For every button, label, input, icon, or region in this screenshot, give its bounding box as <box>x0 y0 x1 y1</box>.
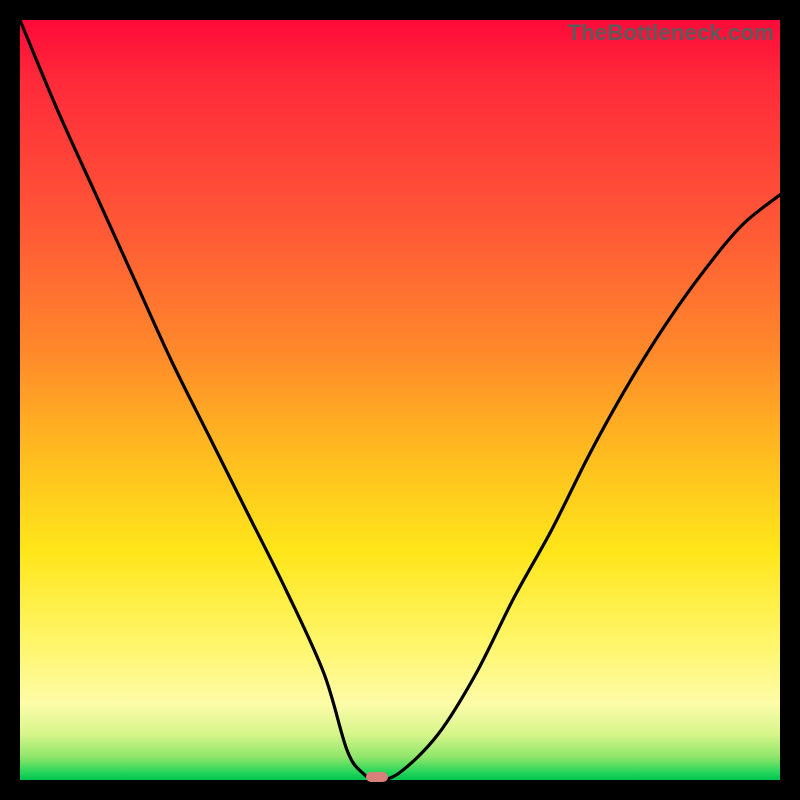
bottleneck-curve <box>20 20 780 780</box>
plot-area: TheBottleneck.com <box>20 20 780 780</box>
optimal-marker <box>366 772 388 782</box>
curve-path <box>20 20 780 780</box>
chart-frame: TheBottleneck.com <box>0 0 800 800</box>
watermark-text: TheBottleneck.com <box>568 20 774 46</box>
